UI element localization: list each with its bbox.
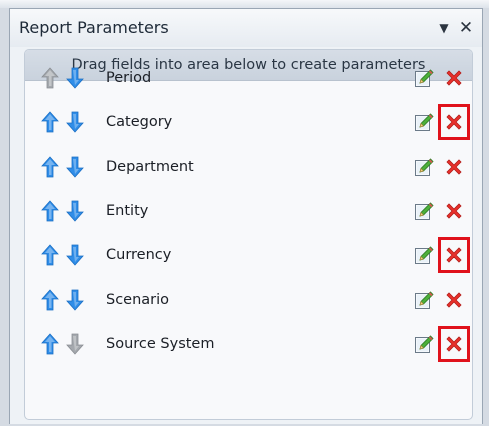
panel-titlebar: Report Parameters ▼ ✕ (10, 9, 482, 47)
edit-parameter-icon[interactable] (414, 68, 434, 88)
delete-parameter-icon[interactable] (444, 201, 464, 221)
parameter-label: Source System (106, 335, 215, 352)
edit-parameter-icon[interactable] (414, 112, 434, 132)
move-down-arrow-icon[interactable] (66, 288, 84, 312)
parameter-row[interactable]: Category (25, 100, 472, 144)
delete-parameter-icon[interactable] (444, 157, 464, 177)
delete-parameter-icon[interactable] (444, 68, 464, 88)
move-up-arrow-icon[interactable] (41, 332, 59, 356)
report-parameters-panel: Report Parameters ▼ ✕ Drag fields into a… (9, 8, 483, 424)
move-up-arrow-icon[interactable] (41, 110, 59, 134)
move-up-arrow-icon[interactable] (41, 155, 59, 179)
move-down-arrow-icon[interactable] (66, 110, 84, 134)
panel-title: Report Parameters (19, 18, 169, 37)
edit-parameter-icon[interactable] (414, 157, 434, 177)
parameter-row[interactable]: Department (25, 145, 472, 189)
parameter-row[interactable]: Source System (25, 322, 472, 366)
parameter-row[interactable]: Period (25, 56, 472, 100)
move-up-arrow-icon[interactable] (41, 243, 59, 267)
parameter-label: Category (106, 114, 173, 131)
move-down-arrow-icon[interactable] (66, 243, 84, 267)
parameter-row[interactable]: Entity (25, 189, 472, 233)
edit-parameter-icon[interactable] (414, 334, 434, 354)
move-down-arrow-icon[interactable] (66, 155, 84, 179)
edit-parameter-icon[interactable] (414, 201, 434, 221)
delete-parameter-icon[interactable] (444, 290, 464, 310)
move-up-arrow-icon[interactable] (41, 288, 59, 312)
move-up-arrow-icon (41, 66, 59, 90)
window-top-strip (0, 0, 489, 8)
parameter-label: Period (106, 70, 152, 86)
parameter-label: Entity (106, 202, 149, 219)
parameter-label: Scenario (106, 291, 170, 308)
parameters-drop-area[interactable]: Drag fields into area below to create pa… (24, 49, 473, 420)
parameter-row[interactable]: Scenario (25, 278, 472, 322)
move-down-arrow-icon[interactable] (66, 199, 84, 223)
delete-parameter-icon[interactable] (444, 334, 464, 354)
edit-parameter-icon[interactable] (414, 290, 434, 310)
triangle-down-icon[interactable]: ▼ (435, 9, 453, 47)
parameter-label: Currency (106, 247, 172, 264)
close-icon[interactable]: ✕ (457, 9, 475, 47)
move-down-arrow-icon[interactable] (66, 66, 84, 90)
parameter-row[interactable]: Currency (25, 233, 472, 277)
move-up-arrow-icon[interactable] (41, 199, 59, 223)
delete-parameter-icon[interactable] (444, 112, 464, 132)
edit-parameter-icon[interactable] (414, 245, 434, 265)
move-down-arrow-icon (66, 332, 84, 356)
delete-parameter-icon[interactable] (444, 245, 464, 265)
parameter-label: Department (106, 158, 194, 175)
